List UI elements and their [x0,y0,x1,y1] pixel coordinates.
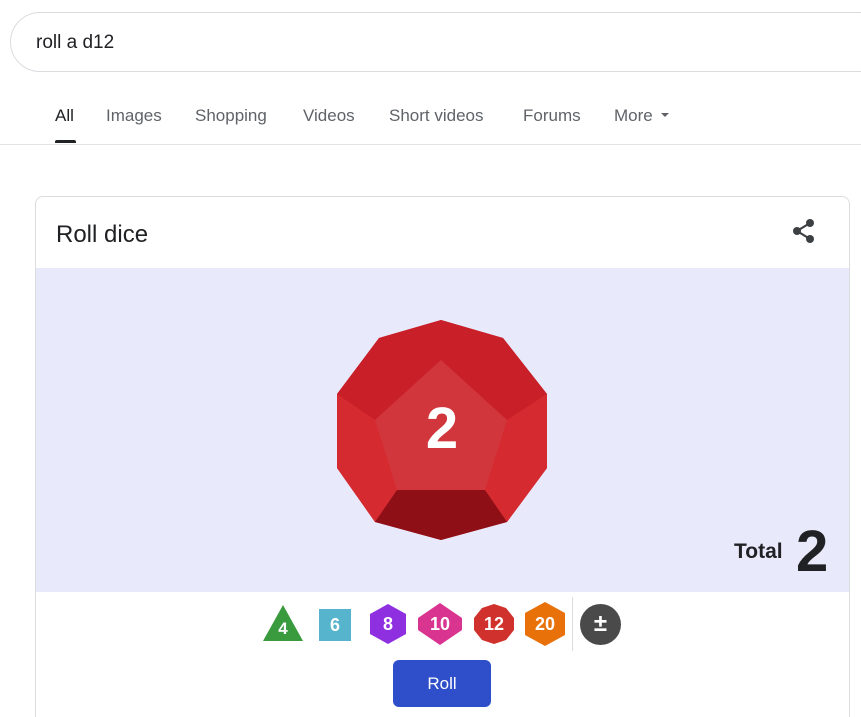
tab-short-videos[interactable]: Short videos [389,106,484,126]
search-input[interactable]: roll a d12 [10,12,861,72]
tab-videos[interactable]: Videos [303,106,355,126]
add-d10-button[interactable]: 10 [417,602,463,646]
roll-button[interactable]: Roll [393,660,491,707]
search-tabs: All Images Shopping Videos Short videos … [0,96,861,145]
modifier-button[interactable]: ± [580,604,621,645]
total-label: Total [734,540,783,563]
d4-label: 4 [278,619,288,638]
card-title: Roll dice [56,221,149,248]
d10-label: 10 [429,614,451,634]
total-value: 2 [796,519,829,584]
add-d4-button[interactable]: 4 [262,603,304,643]
add-d6-button[interactable]: 6 [319,609,351,641]
dice-selector-row: 4 6 8 10 12 20 ± [36,597,849,653]
tab-images[interactable]: Images [106,106,162,126]
chevron-down-icon [660,112,669,117]
roll-dice-card: Roll dice 2 Total 2 4 6 8 10 12 20 ± Rol… [35,196,850,717]
tab-forums[interactable]: Forums [523,106,581,126]
tab-all[interactable]: All [55,106,74,126]
tab-shopping[interactable]: Shopping [195,106,267,126]
dice-row-divider [572,597,573,651]
share-icon[interactable] [788,215,820,247]
rolled-die-value: 2 [425,396,459,461]
d6-label: 6 [329,615,340,635]
add-d20-button[interactable]: 20 [524,601,566,647]
tab-more[interactable]: More [614,106,669,126]
modifier-label: ± [593,610,608,637]
d8-label: 8 [382,614,393,634]
d12-label: 12 [483,614,505,634]
search-query-text[interactable]: roll a d12 [36,31,114,55]
d20-label: 20 [534,614,556,634]
active-tab-indicator [55,140,76,143]
tab-more-label: More [614,106,653,125]
dice-display-area: 2 Total 2 [36,268,849,592]
search-results-page: roll a d12 All Images Shopping Videos Sh… [0,0,861,717]
add-d8-button[interactable]: 8 [369,603,407,645]
add-d12-button[interactable]: 12 [473,603,515,645]
